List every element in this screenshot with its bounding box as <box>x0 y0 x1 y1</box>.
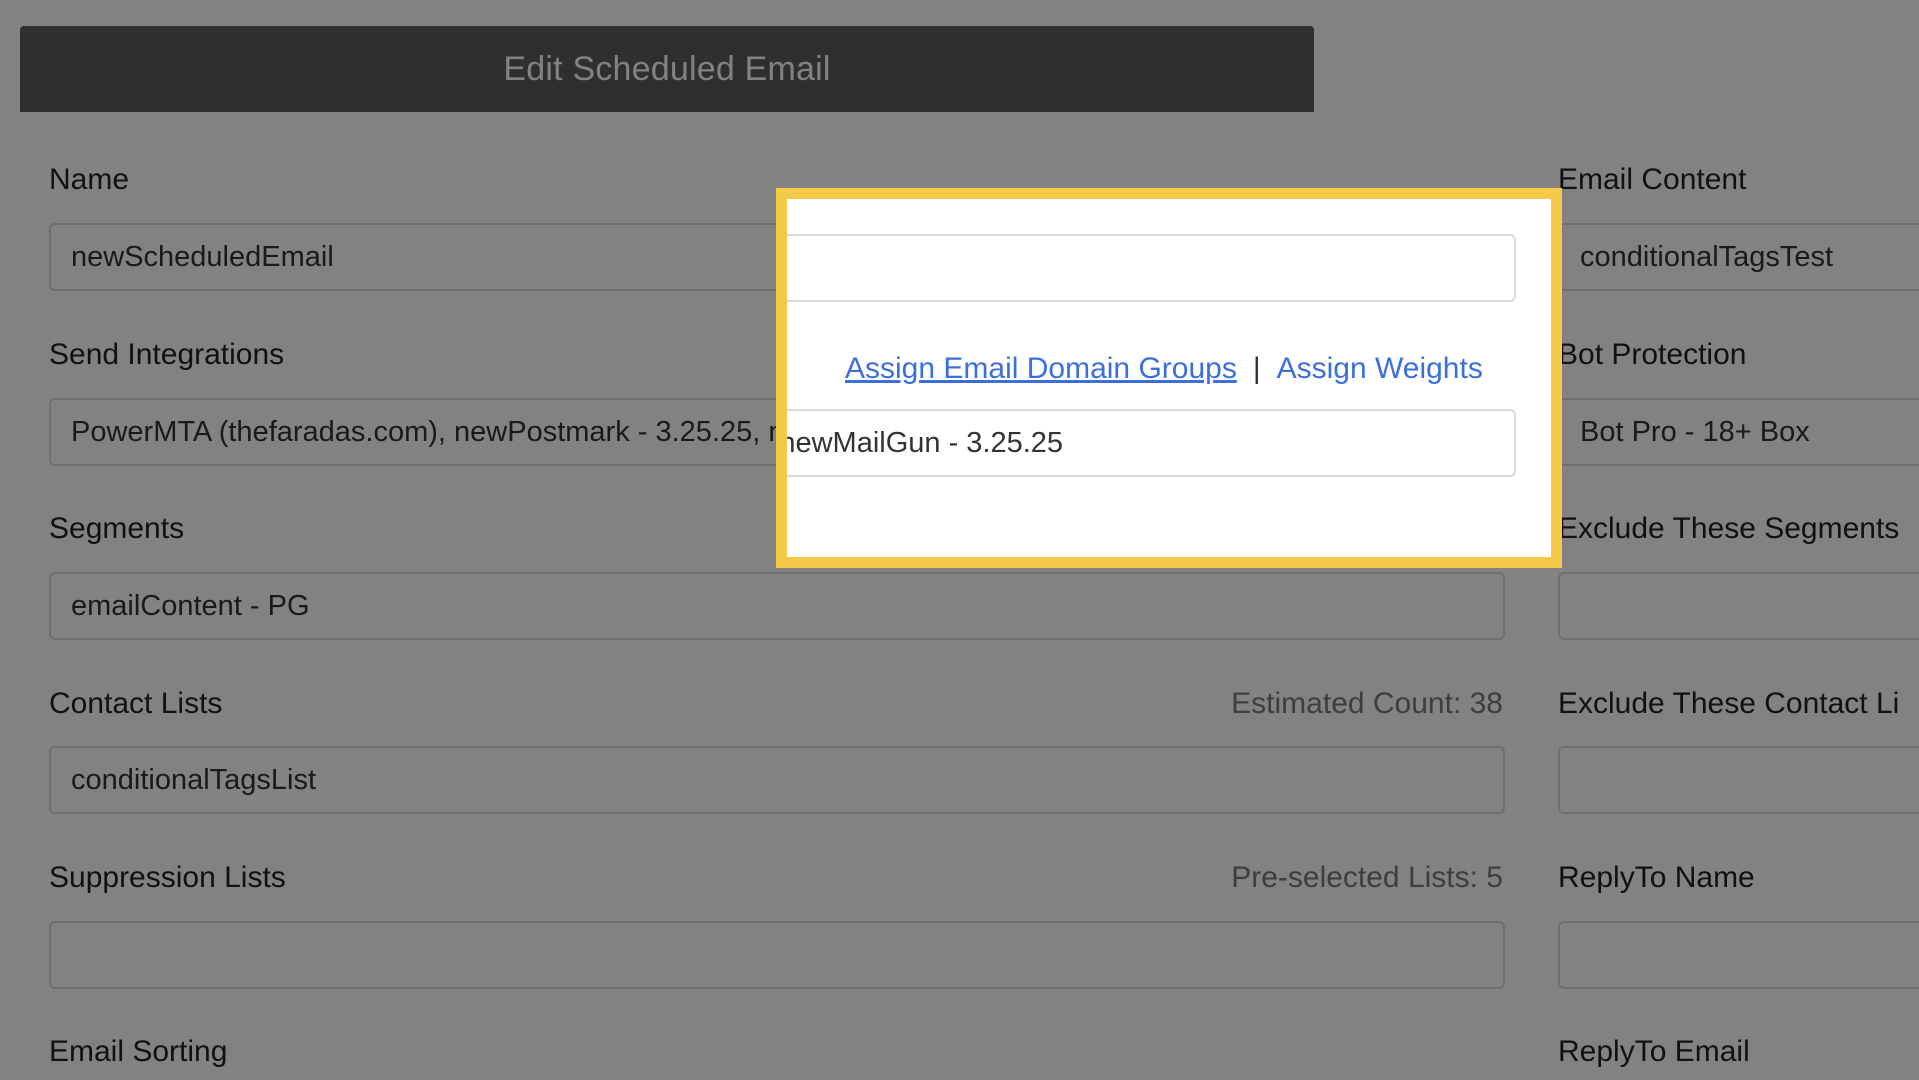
exclude-segments-label: Exclude These Segments <box>1558 512 1900 545</box>
name-input-highlighted[interactable]: newScheduledEmail <box>787 234 1516 302</box>
exclude-segments-input[interactable] <box>1558 572 1919 640</box>
modal-header: Edit Scheduled Email <box>20 26 1314 112</box>
suppression-lists-label: Suppression Lists <box>49 861 286 894</box>
replyto-name-label: ReplyTo Name <box>1558 861 1755 894</box>
assign-email-domain-groups-link-highlighted[interactable]: Assign Email Domain Groups <box>845 352 1237 385</box>
exclude-contact-lists-label: Exclude These Contact Li <box>1558 687 1900 720</box>
highlight-frame: newScheduledEmail Assign Email Domain Gr… <box>776 188 1562 568</box>
contact-lists-input[interactable]: conditionalTagsList <box>49 746 1505 814</box>
link-separator-highlighted: | <box>1252 352 1261 385</box>
name-label: Name <box>49 163 130 196</box>
name-input-value: newScheduledEmail <box>71 240 334 273</box>
segments-input[interactable]: emailContent - PG <box>49 572 1505 640</box>
screen: Edit Scheduled Email Name newScheduledEm… <box>0 0 1919 1080</box>
contact-lists-label: Contact Lists <box>49 687 223 720</box>
send-integrations-input-highlighted[interactable]: PowerMTA (thefaradas.com), newPostmark -… <box>779 409 1516 477</box>
preselected-lists-count: Pre-selected Lists: 5 <box>1231 861 1503 894</box>
bot-protection-select[interactable]: Bot Pro - 18+ Box <box>1558 398 1919 466</box>
page-background-top <box>0 0 1919 26</box>
segments-value: emailContent - PG <box>71 589 310 622</box>
suppression-lists-input[interactable] <box>49 921 1505 989</box>
email-content-select[interactable]: conditionalTagsTest <box>1558 223 1919 291</box>
send-integrations-links-highlighted: Assign Email Domain Groups | Assign Weight… <box>845 352 1483 386</box>
bot-protection-value: Bot Pro - 18+ Box <box>1580 415 1810 448</box>
segments-label: Segments <box>49 512 185 545</box>
assign-weights-link-highlighted[interactable]: Assign Weights <box>1277 352 1483 385</box>
bot-protection-label: Bot Protection <box>1558 338 1747 371</box>
replyto-name-input[interactable] <box>1558 921 1919 989</box>
exclude-contact-lists-input[interactable] <box>1558 746 1919 814</box>
send-integrations-value-highlighted: PowerMTA (thefaradas.com), newPostmark -… <box>779 426 1064 459</box>
email-content-value: conditionalTagsTest <box>1580 240 1834 273</box>
replyto-email-label: ReplyTo Email <box>1558 1035 1750 1068</box>
highlight-content: newScheduledEmail Assign Email Domain Gr… <box>779 199 1551 557</box>
contact-lists-value: conditionalTagsList <box>71 763 317 796</box>
email-sorting-label: Email Sorting <box>49 1035 228 1068</box>
modal-title: Edit Scheduled Email <box>503 49 831 88</box>
email-content-label: Email Content <box>1558 163 1747 196</box>
estimated-count: Estimated Count: 38 <box>1231 687 1503 720</box>
send-integrations-label: Send Integrations <box>49 338 285 371</box>
page-background-left <box>0 0 20 1080</box>
